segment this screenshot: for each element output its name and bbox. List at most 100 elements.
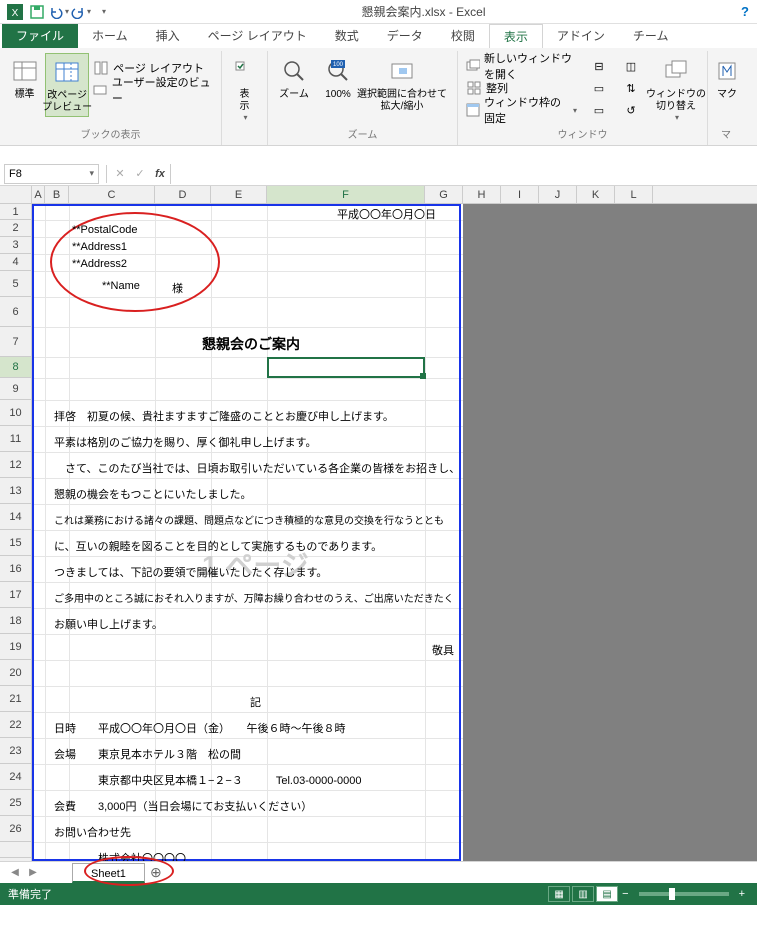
sheet-tab-1[interactable]: Sheet1 [72,863,145,883]
tab-home[interactable]: ホーム [78,24,142,48]
cell-title: 懇親会のご案内 [202,334,300,354]
row-1[interactable]: 1 [0,204,31,220]
row-6[interactable]: 6 [0,297,31,327]
redo-icon[interactable]: ▾ [70,1,92,23]
row-22[interactable]: 22 [0,712,31,738]
switch-windows-icon [660,55,692,87]
row-20[interactable]: 20 [0,660,31,686]
show-button[interactable]: 表 示▾ [226,53,263,124]
help-icon[interactable]: ? [733,4,757,19]
row-27[interactable] [0,842,31,858]
row-2[interactable]: 2 [0,220,31,237]
name-box[interactable]: F8 ▾ [4,164,99,184]
tab-addins[interactable]: アドイン [543,24,619,48]
col-K[interactable]: K [577,186,615,203]
row-14[interactable]: 14 [0,504,31,530]
col-F[interactable]: F [267,186,425,203]
view-pagelayout-button[interactable]: ▥ [572,886,594,902]
zoom-in-button[interactable]: + [735,888,749,900]
cell-r26: お問い合わせ先 [54,824,131,840]
chevron-down-icon[interactable]: ▾ [89,168,94,179]
row-16[interactable]: 16 [0,556,31,582]
window-btn-3[interactable]: ▭ [587,99,615,121]
row-3[interactable]: 3 [0,237,31,254]
zoom-to-selection-icon [386,55,418,87]
group-label-zoom: ズーム [272,124,453,143]
col-I[interactable]: I [501,186,539,203]
tab-team[interactable]: チーム [619,24,683,48]
row-24[interactable]: 24 [0,764,31,790]
row-11[interactable]: 11 [0,426,31,452]
sheet-nav-next[interactable]: ▶ [24,867,42,878]
zoom-to-selection-button[interactable]: 選択範囲に合わせて 拡大/縮小 [360,53,444,115]
window-btn-1[interactable]: ⊟ [587,55,615,77]
view-pagebreak-button[interactable]: ▤ [596,886,618,902]
tab-insert[interactable]: 挿入 [142,24,194,48]
col-G[interactable]: G [425,186,463,203]
zoom-slider[interactable] [639,892,729,896]
row-19[interactable]: 19 [0,634,31,660]
col-D[interactable]: D [155,186,211,203]
view-normal-button[interactable]: ▦ [548,886,570,902]
col-A[interactable]: A [32,186,45,203]
window-btn-5[interactable]: ⇅ [619,77,647,99]
enter-icon[interactable]: ✓ [130,167,150,180]
row-12[interactable]: 12 [0,452,31,478]
row-18[interactable]: 18 [0,608,31,634]
col-J[interactable]: J [539,186,577,203]
cancel-icon[interactable]: ✕ [110,167,130,180]
row-21[interactable]: 21 [0,686,31,712]
col-L[interactable]: L [615,186,653,203]
select-all[interactable] [0,186,32,204]
tab-formulas[interactable]: 数式 [321,24,373,48]
tab-file[interactable]: ファイル [2,24,78,48]
formula-bar: F8 ▾ ✕ ✓ fx [0,162,757,186]
sheet-nav-prev[interactable]: ◀ [6,867,24,878]
excel-icon[interactable]: X [4,1,26,23]
window-btn-4[interactable]: ◫ [619,55,647,77]
row-5[interactable]: 5 [0,271,31,297]
row-26[interactable]: 26 [0,816,31,842]
row-9[interactable]: 9 [0,378,31,400]
hide-icon: ▭ [591,80,607,96]
cell-r11: 平素は格別のご協力を賜り、厚く御礼申し上げます。 [54,434,316,450]
custom-views-button[interactable]: ユーザー設定のビュー [89,79,217,101]
window-btn-6[interactable]: ↺ [619,99,647,121]
tab-page-layout[interactable]: ページ レイアウト [194,24,321,48]
row-7[interactable]: 7 [0,327,31,357]
row-8[interactable]: 8 [0,357,31,378]
freeze-panes-icon [466,102,480,118]
col-E[interactable]: E [211,186,267,203]
tab-view[interactable]: 表示 [489,24,543,48]
row-17[interactable]: 17 [0,582,31,608]
normal-view-button[interactable]: 標準 [4,53,45,103]
macros-button[interactable]: マク [712,53,742,103]
col-B[interactable]: B [45,186,69,203]
group-label-window: ウィンドウ [462,124,703,143]
fx-button[interactable]: fx [150,168,170,180]
formula-input[interactable] [170,164,757,184]
tab-review[interactable]: 校閲 [437,24,489,48]
cells-area[interactable]: 1 ページ 平成〇〇年〇月〇日 **PostalCode **Address1 … [32,204,757,861]
switch-windows-button[interactable]: ウィンドウの 切り替え▾ [649,53,703,124]
new-window-button[interactable]: 新しいウィンドウを開く [462,55,581,77]
freeze-panes-button[interactable]: ウィンドウ枠の固定▾ [462,99,581,121]
zoom-100-button[interactable]: 100 100% [316,53,360,103]
row-23[interactable]: 23 [0,738,31,764]
undo-icon[interactable]: ▾ [48,1,70,23]
row-25[interactable]: 25 [0,790,31,816]
row-15[interactable]: 15 [0,530,31,556]
row-13[interactable]: 13 [0,478,31,504]
zoom-out-button[interactable]: − [618,888,632,900]
qat-customize-icon[interactable]: ▾ [92,1,114,23]
tab-data[interactable]: データ [373,24,437,48]
col-H[interactable]: H [463,186,501,203]
col-C[interactable]: C [69,186,155,203]
add-sheet-button[interactable]: ⊕ [145,864,167,881]
pagebreak-preview-button[interactable]: 改ページ プレビュー [45,53,89,117]
zoom-button[interactable]: ズーム [272,53,316,103]
save-icon[interactable] [26,1,48,23]
row-4[interactable]: 4 [0,254,31,271]
row-10[interactable]: 10 [0,400,31,426]
window-btn-2[interactable]: ▭ [587,77,615,99]
